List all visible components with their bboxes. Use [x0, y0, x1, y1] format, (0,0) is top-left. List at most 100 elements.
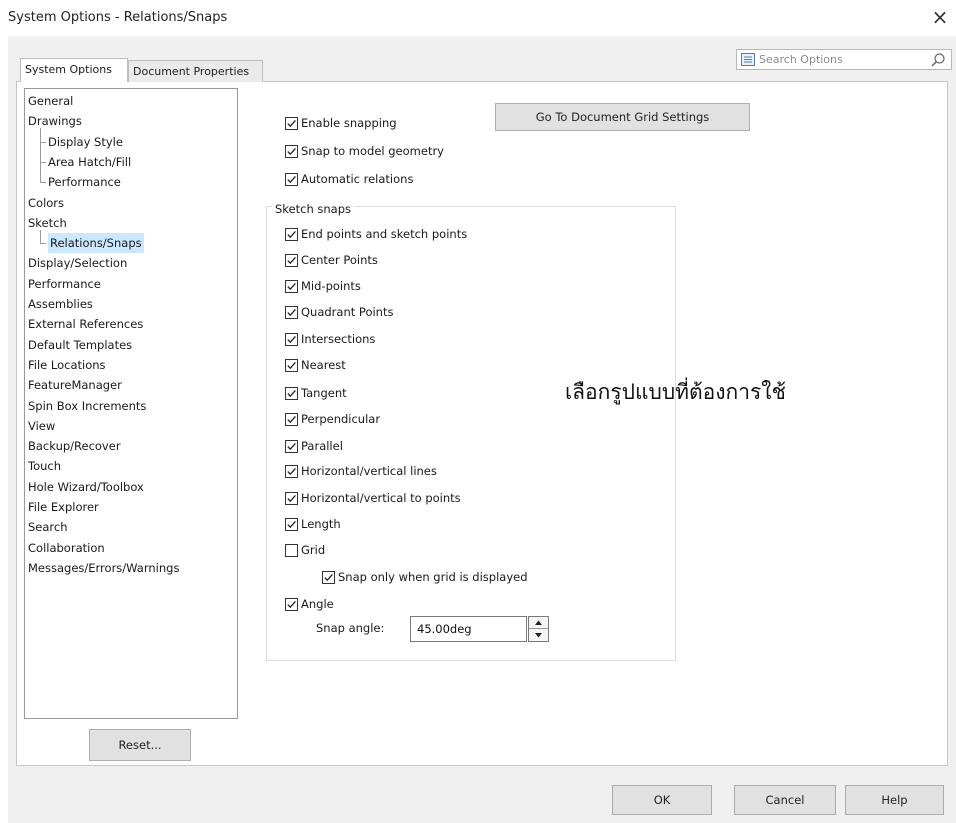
document-grid-settings-button[interactable]: Go To Document Grid Settings — [495, 103, 750, 131]
tree-item-view[interactable]: View — [28, 416, 55, 436]
tree-item-display-selection[interactable]: Display/Selection — [28, 253, 127, 273]
checkbox[interactable] — [285, 172, 298, 186]
snap-mid-points[interactable]: Mid-points — [285, 276, 361, 296]
tree-connector — [40, 182, 46, 183]
tab-system-options[interactable]: System Options — [20, 58, 128, 82]
checkbox[interactable] — [285, 358, 298, 372]
checkbox-label: Length — [301, 517, 341, 531]
check-icon — [287, 467, 296, 475]
checkbox-label: Tangent — [301, 386, 347, 400]
help-button[interactable]: Help — [845, 785, 944, 815]
tree-item-relations-snaps[interactable]: Relations/Snaps — [48, 233, 144, 253]
checkbox[interactable] — [322, 570, 335, 584]
tree-item-touch[interactable]: Touch — [28, 456, 61, 476]
check-icon — [287, 256, 296, 264]
checkbox[interactable] — [285, 305, 298, 319]
snap-angle-input[interactable] — [410, 616, 527, 642]
annotation-text: เลือกรูปแบบที่ต้องการใช้ — [565, 380, 786, 404]
snap-grid[interactable]: Grid — [285, 540, 325, 560]
search-icon[interactable] — [930, 52, 946, 68]
tree-item-file-explorer[interactable]: File Explorer — [28, 497, 99, 517]
close-icon[interactable]: × — [928, 5, 952, 29]
checkbox-label: Enable snapping — [301, 116, 397, 130]
snap-intersections[interactable]: Intersections — [285, 329, 375, 349]
tree-item-file-locations[interactable]: File Locations — [28, 355, 106, 375]
snap-tangent[interactable]: Tangent — [285, 383, 347, 403]
tree-item-display-style[interactable]: Display Style — [48, 132, 123, 152]
snap-quadrant-points[interactable]: Quadrant Points — [285, 302, 393, 322]
checkbox[interactable] — [285, 332, 298, 346]
checkbox-label: Nearest — [301, 358, 346, 372]
check-icon — [287, 282, 296, 290]
tree-item-backup-recover[interactable]: Backup/Recover — [28, 436, 121, 456]
checkbox[interactable] — [285, 439, 298, 453]
checkbox-label: Mid-points — [301, 279, 361, 293]
tab-document-properties[interactable]: Document Properties — [128, 60, 263, 82]
option-snap-to-model-geometry[interactable]: Snap to model geometry — [285, 141, 444, 161]
checkbox[interactable] — [285, 543, 298, 557]
checkbox[interactable] — [285, 144, 298, 158]
checkbox-label: Angle — [301, 597, 334, 611]
tree-item-colors[interactable]: Colors — [28, 193, 64, 213]
snap-horizontal-vertical-lines[interactable]: Horizontal/vertical lines — [285, 461, 437, 481]
snap-snap-only-when-grid-is-displayed[interactable]: Snap only when grid is displayed — [322, 567, 528, 587]
snap-nearest[interactable]: Nearest — [285, 355, 346, 375]
ok-button[interactable]: OK — [612, 785, 712, 815]
snap-angle[interactable]: Angle — [285, 594, 334, 614]
snap-center-points[interactable]: Center Points — [285, 250, 378, 270]
checkbox-label: Horizontal/vertical to points — [301, 491, 461, 505]
snap-perpendicular[interactable]: Perpendicular — [285, 409, 380, 429]
checkbox[interactable] — [285, 464, 298, 478]
check-icon — [287, 335, 296, 343]
snap-parallel[interactable]: Parallel — [285, 436, 343, 456]
check-icon — [287, 520, 296, 528]
cancel-button[interactable]: Cancel — [734, 785, 836, 815]
tree-item-collaboration[interactable]: Collaboration — [28, 538, 105, 558]
sketch-snaps-title: Sketch snaps — [272, 199, 355, 219]
option-automatic-relations[interactable]: Automatic relations — [285, 169, 413, 189]
check-icon — [287, 389, 296, 397]
tree-item-default-templates[interactable]: Default Templates — [28, 335, 132, 355]
spin-up-icon[interactable] — [529, 617, 548, 629]
snap-angle-spinner[interactable] — [528, 616, 549, 642]
sketch-snaps-group — [266, 206, 676, 661]
checkbox-label: Automatic relations — [301, 172, 414, 186]
checkbox[interactable] — [285, 491, 298, 505]
tree-item-featuremanager[interactable]: FeatureManager — [28, 375, 122, 395]
tree-item-area-hatch-fill[interactable]: Area Hatch/Fill — [48, 152, 131, 172]
snap-length[interactable]: Length — [285, 514, 341, 534]
option-enable-snapping[interactable]: Enable snapping — [285, 113, 397, 133]
checkbox[interactable] — [285, 227, 298, 241]
checkbox-label: Perpendicular — [301, 412, 381, 426]
check-icon — [287, 361, 296, 369]
tree-item-performance[interactable]: Performance — [48, 172, 121, 192]
reset-button[interactable]: Reset... — [89, 729, 191, 761]
spin-down-icon[interactable] — [529, 629, 548, 641]
snap-horizontal-vertical-to-points[interactable]: Horizontal/vertical to points — [285, 488, 461, 508]
snap-end-points-and-sketch-points[interactable]: End points and sketch points — [285, 224, 467, 244]
tree-item-search[interactable]: Search — [28, 517, 68, 537]
checkbox[interactable] — [285, 597, 298, 611]
check-icon — [287, 308, 296, 316]
list-icon — [741, 53, 755, 66]
tree-item-sketch[interactable]: Sketch — [28, 213, 67, 233]
search-input[interactable] — [759, 51, 927, 68]
tree-item-hole-wizard-toolbox[interactable]: Hole Wizard/Toolbox — [28, 477, 144, 497]
tree-item-messages-errors-warnings[interactable]: Messages/Errors/Warnings — [28, 558, 179, 578]
checkbox[interactable] — [285, 253, 298, 267]
tree-connector — [40, 243, 46, 244]
checkbox[interactable] — [285, 279, 298, 293]
checkbox[interactable] — [285, 386, 298, 400]
tree-item-performance[interactable]: Performance — [28, 274, 101, 294]
tree-item-assemblies[interactable]: Assemblies — [28, 294, 93, 314]
checkbox[interactable] — [285, 412, 298, 426]
tree-item-external-references[interactable]: External References — [28, 314, 143, 334]
checkbox[interactable] — [285, 517, 298, 531]
tree-item-general[interactable]: General — [28, 91, 73, 111]
checkbox[interactable] — [285, 116, 298, 130]
tree-item-spin-box-increments[interactable]: Spin Box Increments — [28, 396, 146, 416]
search-box[interactable] — [736, 49, 952, 70]
checkbox-label: Horizontal/vertical lines — [301, 464, 437, 478]
tree-item-drawings[interactable]: Drawings — [28, 111, 82, 131]
checkbox-label: Quadrant Points — [301, 305, 394, 319]
